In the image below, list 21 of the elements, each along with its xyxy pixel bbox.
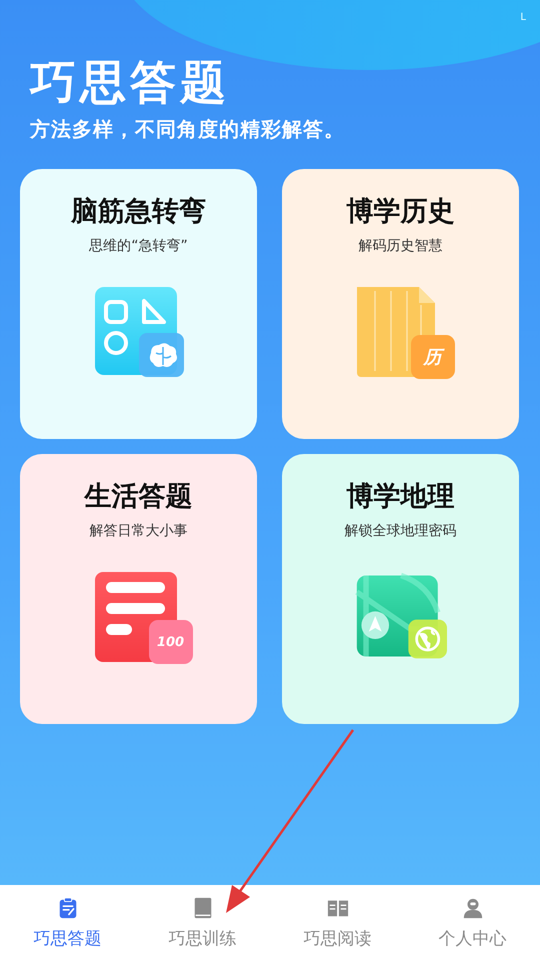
- page-title: 巧思答题: [30, 54, 231, 110]
- person-icon: [462, 897, 484, 919]
- card-title: 博学地理: [346, 480, 454, 514]
- card-title: 博学历史: [346, 195, 454, 229]
- card-title: 生活答题: [84, 480, 192, 514]
- card-subtitle: 思维的“急转弯”: [89, 237, 188, 255]
- status-text: L: [520, 12, 526, 25]
- notebook-icon: [192, 897, 214, 919]
- score-badge: 100: [148, 620, 192, 664]
- page-subtitle: 方法多样，不同角度的精彩解答。: [30, 116, 346, 143]
- card-title: 脑筋急转弯: [71, 195, 206, 229]
- card-subtitle: 解码历史智慧: [358, 237, 442, 255]
- tab-item[interactable]: 巧思答题: [0, 885, 135, 960]
- history-badge: 历: [410, 335, 454, 379]
- category-card[interactable]: 脑筋急转弯 思维的“急转弯”: [20, 169, 257, 439]
- shapes-brain-icon: [92, 285, 184, 377]
- category-card[interactable]: 博学历史 解码历史智慧 历: [282, 169, 519, 439]
- card-subtitle: 解答日常大小事: [90, 522, 188, 540]
- category-card[interactable]: 生活答题 解答日常大小事 100: [20, 454, 257, 724]
- card-subtitle: 解锁全球地理密码: [344, 522, 456, 540]
- category-card[interactable]: 博学地理 解锁全球地理密码: [282, 454, 519, 724]
